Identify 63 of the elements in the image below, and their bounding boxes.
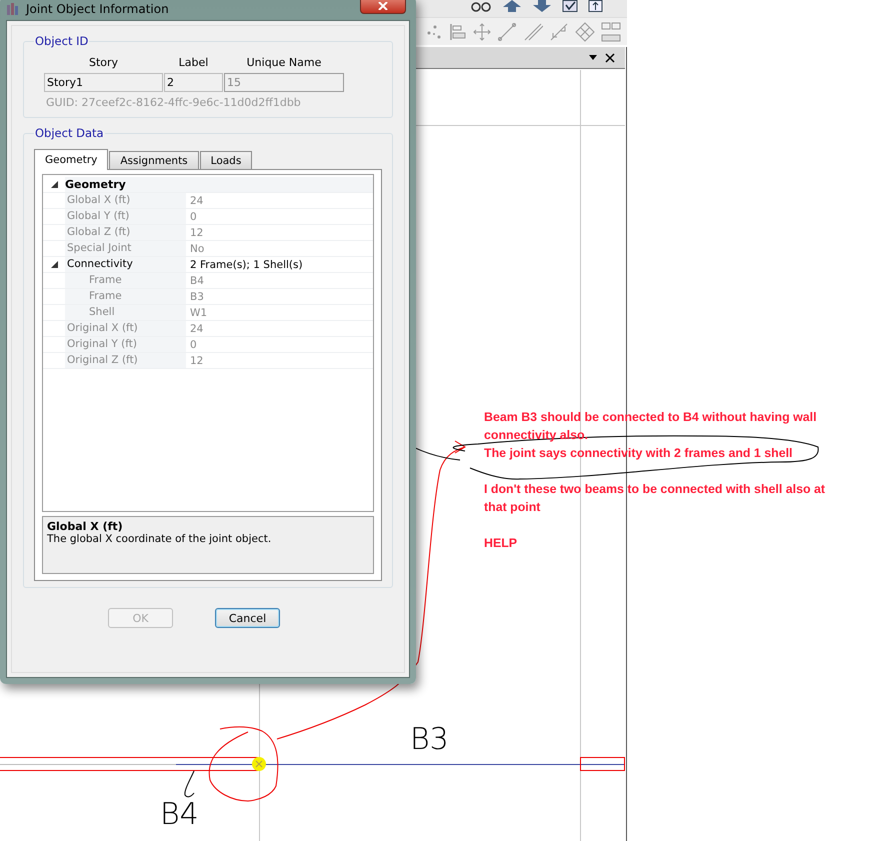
property-value: 12 xyxy=(189,354,204,366)
property-label: Shell xyxy=(65,305,186,320)
property-label: Connectivity xyxy=(65,257,186,272)
property-label: Global Z (ft) xyxy=(65,225,186,240)
property-value: B3 xyxy=(189,290,205,302)
tick-mark-drawing xyxy=(184,770,194,798)
column-header: Story xyxy=(88,56,120,69)
close-icon[interactable] xyxy=(605,52,615,62)
layout-icon[interactable] xyxy=(601,22,621,42)
category-label: Geometry xyxy=(65,177,373,192)
property-label: Original Y (ft) xyxy=(65,337,186,352)
beam-label: B4 xyxy=(160,800,199,830)
group-title: Object ID xyxy=(34,34,90,48)
property-value: 24 xyxy=(189,194,204,206)
down-arrow-icon[interactable] xyxy=(532,0,552,12)
property-label: Frame xyxy=(65,273,186,288)
property-value: 24 xyxy=(189,322,204,334)
tab[interactable]: Loads xyxy=(200,151,252,169)
input-field[interactable]: Story1 xyxy=(44,73,163,92)
close-button[interactable] xyxy=(360,0,406,14)
tab[interactable]: Geometry xyxy=(34,149,108,170)
caret-icon[interactable] xyxy=(589,55,597,60)
input-field[interactable]: 2 xyxy=(164,73,223,92)
collapse-arrow-icon[interactable] xyxy=(50,261,58,268)
property-value: No xyxy=(189,242,206,254)
align-icon[interactable] xyxy=(449,22,467,40)
property-label: Global Y (ft) xyxy=(65,209,186,224)
beam-label: B3 xyxy=(410,725,449,755)
property-label: Global X (ft) xyxy=(65,193,186,208)
window-title: Joint Object Information xyxy=(26,2,169,16)
up-arrow-icon[interactable] xyxy=(502,0,522,12)
column-header: Unique Name xyxy=(246,56,322,69)
points-icon[interactable] xyxy=(425,22,443,40)
app-icon xyxy=(6,3,20,15)
annotation-text: I don't these two beams to be connected with shell also at that point xyxy=(484,481,826,516)
description-title: Global X (ft) xyxy=(47,520,124,533)
move-icon[interactable] xyxy=(473,22,491,40)
joint-marker-drawing xyxy=(252,757,266,771)
diamond-icon[interactable] xyxy=(575,22,595,42)
property-label: Frame xyxy=(65,289,186,304)
property-value: B4 xyxy=(189,274,205,286)
property-value: 0 xyxy=(189,338,198,350)
tab[interactable]: Assignments xyxy=(109,151,199,169)
checkbox-icon[interactable] xyxy=(562,0,578,12)
property-value: W1 xyxy=(189,306,208,318)
property-value: 0 xyxy=(189,210,198,222)
description-text: The global X coordinate of the joint object. xyxy=(47,533,272,545)
property-value: 12 xyxy=(189,226,204,238)
property-value: 2 Frame(s); 1 Shell(s) xyxy=(189,258,304,270)
line-icon[interactable] xyxy=(497,22,517,40)
glasses-icon[interactable] xyxy=(470,0,492,12)
property-label: Original Z (ft) xyxy=(65,353,186,368)
property-label: Special Joint xyxy=(65,241,186,256)
group-title: Object Data xyxy=(34,126,105,140)
close-icon xyxy=(378,2,388,10)
line-icon[interactable] xyxy=(523,22,543,40)
dialog-button[interactable]: Cancel xyxy=(215,608,280,628)
property-label: Original X (ft) xyxy=(65,321,186,336)
column-header: Label xyxy=(178,56,210,69)
guid-text: GUID: 27ceef2c-8162-4ffc-9e6c-11d0d2ff1dbb xyxy=(46,96,302,109)
collapse-arrow-icon[interactable] xyxy=(50,181,58,188)
line-icon[interactable] xyxy=(549,22,569,40)
annotation-text: HELP xyxy=(484,535,518,552)
